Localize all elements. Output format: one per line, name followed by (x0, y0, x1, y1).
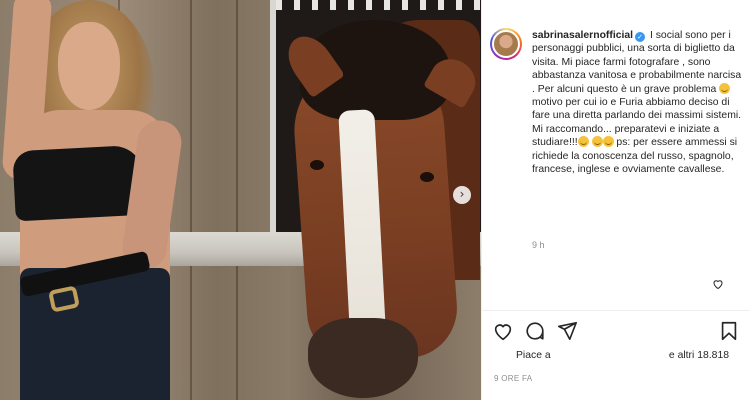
bookmark-icon[interactable] (718, 320, 740, 342)
chevron-right-icon: › (459, 187, 465, 201)
grinning-face-emoji (602, 136, 614, 148)
comment-bubble-icon[interactable] (524, 320, 546, 342)
username-link[interactable]: sabrinasalernofficial (532, 30, 633, 41)
grinning-face-emoji (591, 136, 603, 148)
paper-plane-icon[interactable] (556, 320, 578, 342)
horse-muzzle (308, 318, 418, 398)
woman-top (12, 144, 146, 222)
verified-badge-icon: ✓ (635, 32, 646, 42)
grinning-face-emoji (719, 82, 731, 94)
likes-count-link[interactable]: e altri 18.818 (669, 350, 729, 361)
post-actions: Piace a e altri 18.818 9 ORE FA (482, 310, 750, 400)
post-side-panel: sabrinasalernofficial ✓ I social sono per… (481, 0, 750, 400)
caption-area: sabrinasalernofficial ✓ I social sono per… (482, 0, 750, 310)
wood-plank (236, 0, 238, 400)
avatar-image (492, 30, 520, 58)
post-caption: sabrinasalernofficial ✓ I social sono per… (532, 29, 744, 176)
horse-eye (310, 160, 324, 170)
next-image-button[interactable]: › (453, 186, 471, 204)
comment-like-heart-icon[interactable] (712, 277, 724, 290)
likes-prefix: Piace a (516, 350, 551, 361)
grinning-face-emoji (577, 136, 589, 148)
heart-icon[interactable] (492, 320, 514, 342)
horse-eye (420, 172, 434, 182)
caption-timestamp[interactable]: 9 h (532, 240, 545, 250)
post-date[interactable]: 9 ORE FA (494, 374, 532, 383)
woman-face (58, 22, 120, 110)
avatar[interactable] (490, 28, 522, 60)
wood-plank (190, 0, 192, 400)
post-photo[interactable]: › (0, 0, 481, 400)
window-bars (276, 0, 481, 10)
